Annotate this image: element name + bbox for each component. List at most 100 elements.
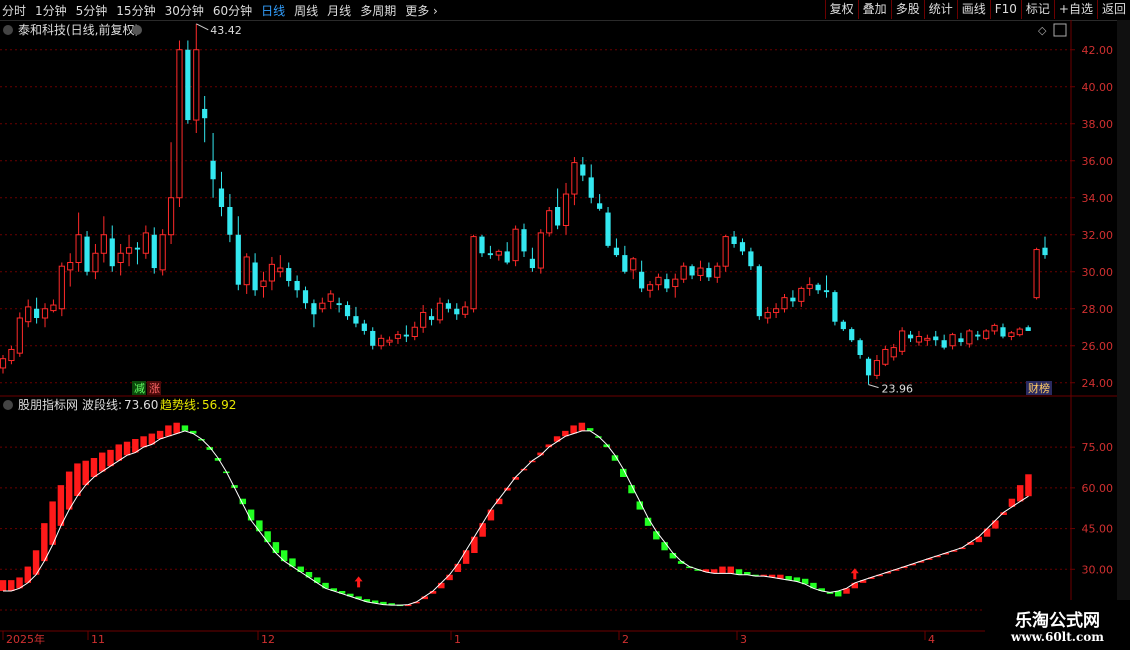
indicator-bar <box>983 528 991 537</box>
candle-body-down <box>756 266 762 317</box>
candle-body-up <box>0 358 7 369</box>
candle-body-up <box>890 347 897 358</box>
indicator-grid <box>0 446 1071 611</box>
candle-body-up <box>67 262 74 271</box>
candle-body-down <box>907 334 914 339</box>
watermark-logo-text: 乐淘公式网 <box>1015 611 1100 631</box>
candle-body-up <box>655 276 662 286</box>
candle-body-down <box>605 212 611 246</box>
indicator-bar <box>297 566 304 572</box>
candle-body-down <box>865 358 872 376</box>
candle-body-up <box>394 334 402 339</box>
chart-area[interactable]: 42.00 40.00 38.00 36.00 34.00 32.00 30.00 28.00… <box>0 20 1117 650</box>
price-tick-label: 30.00 <box>1082 266 1114 279</box>
candle-body-up <box>697 267 704 276</box>
candle-body-down <box>202 108 208 119</box>
period-tab-6[interactable]: 日线 <box>261 2 285 19</box>
candle-body-down <box>84 236 90 272</box>
right-scroll-strip[interactable] <box>1117 20 1130 630</box>
period-tab-7[interactable]: 周线 <box>294 2 318 19</box>
candle-body-down <box>109 238 115 267</box>
candle-body-up <box>386 339 393 343</box>
candle-body-down <box>857 340 863 355</box>
toolbar-button-4[interactable]: 画线 <box>956 0 990 19</box>
indicator-lines <box>3 430 1029 606</box>
indicator-y-axis: 75.0060.0045.0030.0015.00 <box>1071 441 1113 617</box>
toolbar-button-7[interactable]: +自选 <box>1053 0 1097 19</box>
indicator-bar <box>49 501 56 545</box>
indicator-bar <box>975 536 983 543</box>
candle-body-down <box>975 334 981 337</box>
candle-body-down <box>739 242 746 252</box>
candle-body-down <box>218 188 225 207</box>
price-tick-label: 38.00 <box>1082 118 1114 131</box>
price-tick-label: 28.00 <box>1082 303 1114 316</box>
candle-body-up <box>672 278 679 288</box>
indicator-bar <box>181 425 189 431</box>
toolbar-button-1[interactable]: 叠加 <box>857 0 891 19</box>
candle-body-down <box>487 253 493 256</box>
candle-body-up <box>25 306 32 323</box>
period-tab-4[interactable]: 30分钟 <box>165 2 204 19</box>
candle-body-down <box>555 207 561 226</box>
indicator-bar <box>173 422 180 434</box>
candle-body-down <box>445 303 451 309</box>
candle-body-down <box>311 303 317 315</box>
period-selector: 分时 1分钟 5分钟 15分钟 30分钟 60分钟 日线 周线 月线 多周期 更多 › <box>2 0 447 20</box>
candle-body-up <box>92 252 99 273</box>
indicator-bar <box>99 452 106 472</box>
candle-body-down <box>353 316 359 324</box>
candle-body-up <box>798 287 805 302</box>
candle-body-up <box>100 234 107 254</box>
candle-body-down <box>597 203 603 209</box>
indicator-bar <box>41 523 48 562</box>
indicator-bar <box>454 563 462 572</box>
candle-body-up <box>167 197 175 236</box>
period-tab-3[interactable]: 15分钟 <box>116 2 155 19</box>
candle-body-down <box>1025 327 1031 331</box>
candle-body-down <box>454 308 460 315</box>
toolbar-button-8[interactable]: 返回 <box>1096 0 1130 19</box>
indicator-bar <box>553 436 561 442</box>
candle-body-up <box>470 236 477 310</box>
period-tab-8[interactable]: 月线 <box>327 2 351 19</box>
buy-arrow-icon <box>850 568 859 580</box>
candle-body-down <box>403 334 409 337</box>
x-axis-label: 1 <box>454 633 461 646</box>
toolbar-button-0[interactable]: 复权 <box>824 0 858 19</box>
indicator-bar <box>487 509 495 521</box>
price-tick-label: 24.00 <box>1082 377 1114 390</box>
candle-body-up <box>8 348 15 362</box>
indicator-bar <box>322 582 329 589</box>
indicator-tick-label: 30.00 <box>1082 563 1114 576</box>
toolbar-button-6[interactable]: 标记 <box>1020 0 1054 19</box>
candle-body-down <box>227 207 233 235</box>
candle-body-up <box>646 284 654 291</box>
period-tab-1[interactable]: 1分钟 <box>35 2 67 19</box>
period-tab-5[interactable]: 60分钟 <box>213 2 252 19</box>
period-tab-9[interactable]: 多周期 <box>360 2 396 19</box>
candle-body-down <box>302 290 309 304</box>
candle-body-down <box>580 164 586 176</box>
period-tab-10[interactable]: 更多 › <box>405 2 438 19</box>
candle-body-down <box>706 268 712 278</box>
toolbar-button-2[interactable]: 多股 <box>890 0 924 19</box>
toolbar-button-5[interactable]: F10 <box>989 0 1021 19</box>
candle-body-up <box>125 247 133 254</box>
candle-body-down <box>958 338 964 343</box>
candle-body-down <box>504 251 510 263</box>
candle-body-up <box>260 280 267 288</box>
candle-body-up <box>924 337 931 341</box>
period-tab-2[interactable]: 5分钟 <box>76 2 108 19</box>
price-panel-title: 泰和科技(日线,前复权) <box>18 22 139 37</box>
indicator-collapse-icon <box>3 400 13 410</box>
period-tab-0[interactable]: 分时 <box>2 2 26 19</box>
indicator-bar <box>272 542 280 553</box>
candle-body-down <box>529 258 536 269</box>
toolbar-button-3[interactable]: 统计 <box>923 0 957 19</box>
candle-body-down <box>840 321 846 330</box>
indicator-bar <box>82 460 89 486</box>
price-tick-label: 34.00 <box>1082 192 1114 205</box>
candle-body-down <box>428 316 435 320</box>
candle-body-up <box>1016 328 1023 336</box>
